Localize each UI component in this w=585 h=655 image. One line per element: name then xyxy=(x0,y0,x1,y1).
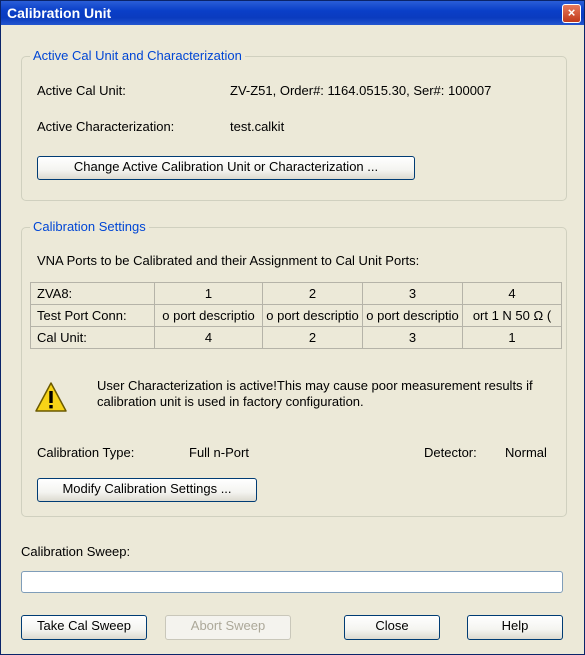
calibration-settings-legend: Calibration Settings xyxy=(30,219,149,234)
port-assignment-table: ZVA8: 1 2 3 4 Test Port Conn: o port des… xyxy=(30,282,562,349)
take-cal-sweep-button[interactable]: Take Cal Sweep xyxy=(21,615,147,640)
table-cell: 1 xyxy=(154,282,263,305)
calibration-type-label: Calibration Type: xyxy=(37,445,135,460)
table-cell: ZVA8: xyxy=(30,282,155,305)
table-cell: Test Port Conn: xyxy=(30,304,155,327)
close-icon: × xyxy=(567,5,576,20)
table-cell[interactable]: 2 xyxy=(262,326,363,349)
modify-calibration-settings-button[interactable]: Modify Calibration Settings ... xyxy=(37,478,257,502)
detector-value: Normal xyxy=(505,445,547,460)
table-cell[interactable]: ort 1 N 50 Ω ( xyxy=(462,304,562,327)
calibration-sweep-progress xyxy=(21,571,563,593)
table-row: Test Port Conn: o port descriptio o port… xyxy=(30,304,562,327)
warning-text: User Characterization is active!This may… xyxy=(97,378,533,409)
table-cell[interactable]: o port descriptio xyxy=(154,304,263,327)
title-bar[interactable]: Calibration Unit × xyxy=(1,1,584,25)
table-row: ZVA8: 1 2 3 4 xyxy=(30,282,562,305)
active-characterization-label: Active Characterization: xyxy=(37,119,175,134)
table-row: Cal Unit: 4 2 3 1 xyxy=(30,326,562,349)
table-cell: 4 xyxy=(462,282,562,305)
ports-caption: VNA Ports to be Calibrated and their Ass… xyxy=(37,253,420,268)
abort-sweep-button: Abort Sweep xyxy=(165,615,291,640)
active-cal-unit-label: Active Cal Unit: xyxy=(37,83,126,98)
detector-label: Detector: xyxy=(424,445,477,460)
warning-icon xyxy=(35,382,67,412)
table-cell: Cal Unit: xyxy=(30,326,155,349)
table-cell: 2 xyxy=(262,282,363,305)
calibration-settings-group: Calibration Settings xyxy=(21,219,567,517)
help-button[interactable]: Help xyxy=(467,615,563,640)
calibration-unit-dialog: Calibration Unit × Active Cal Unit and C… xyxy=(0,0,585,655)
change-cal-unit-button[interactable]: Change Active Calibration Unit or Charac… xyxy=(37,156,415,180)
table-cell: 3 xyxy=(362,282,463,305)
close-button[interactable]: Close xyxy=(344,615,440,640)
active-cal-unit-value: ZV-Z51, Order#: 1164.0515.30, Ser#: 1000… xyxy=(230,83,492,98)
active-cal-unit-legend: Active Cal Unit and Characterization xyxy=(30,48,245,63)
calibration-type-value: Full n-Port xyxy=(189,445,249,460)
table-cell[interactable]: o port descriptio xyxy=(362,304,463,327)
table-cell[interactable]: 3 xyxy=(362,326,463,349)
table-cell[interactable]: 4 xyxy=(154,326,263,349)
table-cell[interactable]: 1 xyxy=(462,326,562,349)
close-window-button[interactable]: × xyxy=(562,4,581,23)
window-title: Calibration Unit xyxy=(7,5,112,21)
table-cell[interactable]: o port descriptio xyxy=(262,304,363,327)
calibration-sweep-label: Calibration Sweep: xyxy=(21,544,131,559)
active-characterization-value: test.calkit xyxy=(230,119,285,134)
